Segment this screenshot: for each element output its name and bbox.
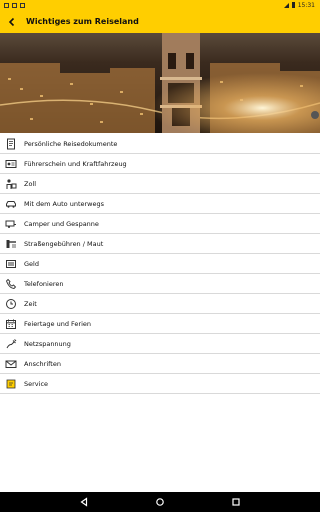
list-item-auto[interactable]: Mit dem Auto unterwegs — [0, 194, 320, 214]
notification-icon — [20, 2, 25, 8]
nav-recents-icon — [232, 498, 240, 506]
list-item-label: Feiertage und Ferien — [24, 319, 91, 328]
hero-image — [0, 33, 320, 133]
list-item-feiertage[interactable]: Feiertage und Ferien — [0, 314, 320, 334]
list-item-maut[interactable]: Straßengebühren / Maut — [0, 234, 320, 254]
list-item-zoll[interactable]: Zoll — [0, 174, 320, 194]
system-icons: 15:31 — [283, 1, 320, 9]
list-item-label: Camper und Gespanne — [24, 219, 99, 228]
license-icon — [4, 157, 18, 171]
battery-icon — [291, 2, 295, 8]
list-item-label: Führerschein und Kraftfahrzeug — [24, 159, 127, 168]
list-item-label: Mit dem Auto unterwegs — [24, 199, 104, 208]
customs-icon — [4, 177, 18, 191]
list-item-reisedokumente[interactable]: Persönliche Reisedokumente — [0, 134, 320, 154]
list-item-label: Straßengebühren / Maut — [24, 239, 104, 248]
notification-icon — [4, 2, 9, 8]
list-item-geld[interactable]: Geld — [0, 254, 320, 274]
system-nav-bar — [0, 492, 320, 512]
list-item-service[interactable]: Service — [0, 374, 320, 394]
list-item-label: Service — [24, 379, 49, 388]
image-indicator-icon — [311, 111, 319, 119]
list-item-anschriften[interactable]: Anschriften — [0, 354, 320, 374]
status-bar: 15:31 — [0, 0, 320, 10]
plug-icon — [4, 337, 18, 351]
nav-back-button[interactable] — [74, 492, 94, 512]
clock-icon — [4, 297, 18, 311]
phone-icon — [4, 277, 18, 291]
list-item-label: Netzspannung — [24, 339, 71, 348]
calendar-icon — [4, 317, 18, 331]
car-icon — [4, 197, 18, 211]
notification-icon — [12, 2, 17, 8]
list-item-telefonieren[interactable]: Telefonieren — [0, 274, 320, 294]
toll-icon — [4, 237, 18, 251]
topic-list: Persönliche Reisedokumente Führerschein … — [0, 134, 320, 394]
back-button[interactable] — [0, 10, 24, 33]
wifi-icon — [283, 2, 289, 8]
list-item-netzspannung[interactable]: Netzspannung — [0, 334, 320, 354]
list-item-camper[interactable]: Camper und Gespanne — [0, 214, 320, 234]
nav-home-icon — [156, 498, 164, 506]
list-item-label: Persönliche Reisedokumente — [24, 139, 118, 148]
page-title: Wichtiges zum Reiseland — [26, 17, 139, 26]
envelope-icon — [4, 357, 18, 371]
list-item-label: Zeit — [24, 299, 37, 308]
document-icon — [4, 137, 18, 151]
nav-back-icon — [80, 497, 88, 507]
list-item-label: Zoll — [24, 179, 37, 188]
list-item-label: Anschriften — [24, 359, 61, 368]
list-item-zeit[interactable]: Zeit — [0, 294, 320, 314]
money-icon — [4, 257, 18, 271]
camper-icon — [4, 217, 18, 231]
list-item-fuehrerschein[interactable]: Führerschein und Kraftfahrzeug — [0, 154, 320, 174]
back-arrow-icon — [8, 17, 15, 26]
list-item-label: Geld — [24, 259, 39, 268]
list-item-label: Telefonieren — [24, 279, 64, 288]
service-icon — [4, 377, 18, 391]
nav-recents-button[interactable] — [226, 492, 246, 512]
app-bar: Wichtiges zum Reiseland — [0, 10, 320, 33]
notification-icons — [0, 2, 25, 8]
status-time: 15:31 — [297, 1, 315, 9]
nav-home-button[interactable] — [150, 492, 170, 512]
